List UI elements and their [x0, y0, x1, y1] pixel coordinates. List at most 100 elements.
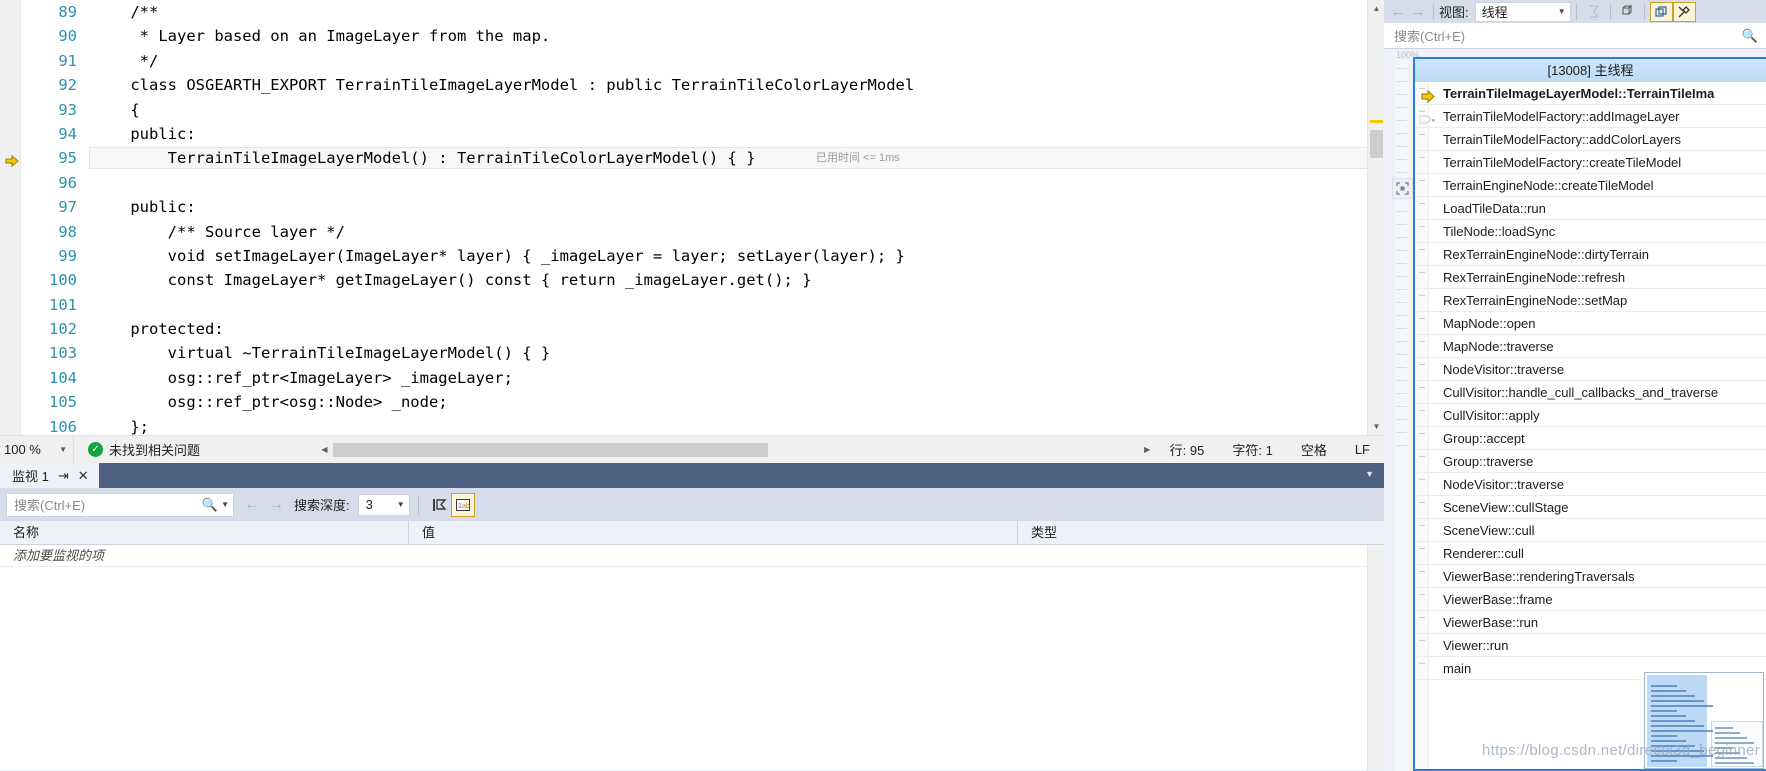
show-external-code-icon[interactable]: [1649, 1, 1673, 22]
code-line[interactable]: 98 /** Source layer */: [21, 220, 1384, 244]
code-line[interactable]: 105 osg::ref_ptr<osg::Node> _node;: [21, 390, 1384, 414]
search-icon[interactable]: 🔍: [202, 497, 218, 513]
minimap-tick: [1397, 419, 1407, 420]
back-arrow-icon[interactable]: ←: [1388, 3, 1408, 20]
search-prev-button[interactable]: ←: [240, 496, 264, 514]
call-stack-rows[interactable]: TerrainTileImageLayerModel::TerrainTileI…: [1415, 82, 1766, 680]
minimap-tick: [1397, 289, 1407, 290]
minimap-tick: [1397, 159, 1407, 160]
code-line[interactable]: 99 void setImageLayer(ImageLayer* layer)…: [21, 244, 1384, 268]
forward-arrow-icon[interactable]: →: [1408, 3, 1428, 20]
scroll-up-icon[interactable]: ▲: [1368, 0, 1384, 17]
line-number: 91: [58, 51, 77, 70]
call-stack-frame[interactable]: Group::traverse: [1415, 450, 1766, 473]
watch-add-item-row[interactable]: 添加要监视的项: [0, 545, 1384, 567]
code-line[interactable]: 103 virtual ~TerrainTileImageLayerModel(…: [21, 341, 1384, 365]
code-line[interactable]: 100 const ImageLayer* getImageLayer() co…: [21, 268, 1384, 292]
call-stack-frame[interactable]: ViewerBase::frame: [1415, 588, 1766, 611]
line-number: 93: [58, 100, 77, 119]
code-line[interactable]: 92 class OSGEARTH_EXPORT TerrainTileImag…: [21, 73, 1384, 97]
code-line[interactable]: 94 public:: [21, 122, 1384, 146]
watch-vertical-scrollbar[interactable]: [1367, 545, 1384, 770]
code-line[interactable]: 101: [21, 293, 1384, 317]
expand-frames-icon[interactable]: [1392, 178, 1413, 199]
minimap-tick: [1397, 432, 1407, 433]
code-line[interactable]: 90 * Layer based on an ImageLayer from t…: [21, 24, 1384, 48]
call-stack-frame[interactable]: TerrainTileImageLayerModel::TerrainTileI…: [1415, 82, 1766, 105]
flag-icon[interactable]: [1582, 2, 1605, 22]
thumbnail-line: [1651, 745, 1695, 747]
search-depth-combo[interactable]: 3 ▼: [357, 493, 410, 516]
call-stack-frame[interactable]: SceneView::cullStage: [1415, 496, 1766, 519]
editor-vertical-scrollbar[interactable]: ▲ ▼: [1367, 0, 1384, 435]
code-line[interactable]: 104 osg::ref_ptr<ImageLayer> _imageLayer…: [21, 366, 1384, 390]
scrollbar-thumb[interactable]: [1370, 130, 1383, 158]
call-stack-frame[interactable]: SceneView::cull: [1415, 519, 1766, 542]
current-frame-arrow-icon: [1421, 87, 1435, 104]
call-stack-frame[interactable]: RexTerrainEngineNode::dirtyTerrain: [1415, 243, 1766, 266]
call-stack-frame[interactable]: Viewer::run: [1415, 634, 1766, 657]
editor-horizontal-scrollbar[interactable]: ◀ ▶: [316, 436, 1156, 463]
call-stack-search-input[interactable]: 搜索(Ctrl+E) 🔍: [1384, 23, 1766, 49]
column-header-value[interactable]: 值: [409, 520, 1018, 545]
close-icon[interactable]: ✕: [78, 468, 89, 484]
call-stack-frame[interactable]: TileNode::loadSync: [1415, 220, 1766, 243]
search-icon[interactable]: 🔍: [1742, 28, 1758, 44]
call-stack-frame[interactable]: TerrainTileModelFactory::createTileModel: [1415, 151, 1766, 174]
thumbnail-line: [1651, 685, 1677, 687]
hscroll-thumb[interactable]: [333, 442, 769, 457]
call-stack-frame[interactable]: Renderer::cull: [1415, 542, 1766, 565]
code-line[interactable]: 96: [21, 171, 1384, 195]
call-stack-frame[interactable]: Group::accept: [1415, 427, 1766, 450]
call-stack-frame[interactable]: ViewerBase::renderingTraversals: [1415, 565, 1766, 588]
pin-icon[interactable]: ⇥: [58, 468, 69, 484]
call-stack-frame[interactable]: MapNode::open: [1415, 312, 1766, 335]
call-stack-frame[interactable]: RexTerrainEngineNode::refresh: [1415, 266, 1766, 289]
call-stack-scroll-strip[interactable]: [1384, 49, 1394, 771]
hscroll-track[interactable]: [333, 442, 1139, 457]
call-stack-frame[interactable]: NodeVisitor::traverse: [1415, 473, 1766, 496]
call-stack-minimap[interactable]: [1395, 60, 1409, 771]
chevron-down-icon[interactable]: ▼: [1365, 469, 1374, 479]
call-stack-frame[interactable]: RexTerrainEngineNode::setMap: [1415, 289, 1766, 312]
code-editor-pane[interactable]: 89 /** 90 * Layer based on an ImageLayer …: [0, 0, 1384, 463]
scroll-right-icon[interactable]: ▶: [1139, 445, 1156, 454]
minimap-tick: [1397, 81, 1407, 82]
call-stack-frame[interactable]: CullVisitor::apply: [1415, 404, 1766, 427]
call-stack-frame[interactable]: CullVisitor::handle_cull_callbacks_and_t…: [1415, 381, 1766, 404]
issue-status[interactable]: ✓ 未找到相关问题: [74, 440, 316, 459]
view-combo-value: 线程: [1481, 5, 1508, 20]
code-line[interactable]: 102 protected:: [21, 317, 1384, 341]
view-combo[interactable]: 线程 ▼: [1474, 1, 1571, 22]
code-line[interactable]: 95 TerrainTileImageLayerModel() : Terrai…: [5, 146, 1384, 170]
column-header-name[interactable]: 名称: [0, 520, 409, 545]
code-line[interactable]: 93 {: [21, 98, 1384, 122]
call-stack-frame[interactable]: TerrainTileModelFactory::addImageLayer: [1415, 105, 1766, 128]
code-line[interactable]: 91 */: [21, 49, 1384, 73]
call-stack-frame[interactable]: NodeVisitor::traverse: [1415, 358, 1766, 381]
editor-indicator-margin[interactable]: [0, 0, 21, 435]
code-line[interactable]: 97 public:: [21, 195, 1384, 219]
tab-watch-1[interactable]: 监视 1 ⇥ ✕: [0, 463, 99, 488]
hex-display-icon[interactable]: 1 ab: [450, 492, 475, 517]
call-stack-frame[interactable]: ViewerBase::run: [1415, 611, 1766, 634]
column-header-type[interactable]: 类型: [1018, 521, 1384, 545]
call-stack-frame[interactable]: TerrainTileModelFactory::addColorLayers: [1415, 128, 1766, 151]
scroll-left-icon[interactable]: ◀: [316, 445, 333, 454]
call-stack-frame-label: TerrainTileImageLayerModel::TerrainTileI…: [1443, 86, 1715, 101]
tools-icon[interactable]: [1672, 1, 1696, 22]
watch-search-input[interactable]: 搜索(Ctrl+E) 🔍 ▼: [6, 492, 234, 517]
call-stack-frame[interactable]: MapNode::traverse: [1415, 335, 1766, 358]
editor-code-area[interactable]: 89 /** 90 * Layer based on an ImageLayer …: [5, 0, 1384, 436]
call-stack-frame[interactable]: TerrainEngineNode::createTileModel: [1415, 174, 1766, 197]
zoom-level-combo[interactable]: 100 % ▼: [0, 436, 74, 463]
code-line[interactable]: 89 /**: [21, 0, 1384, 24]
call-stack-list[interactable]: [13008] 主线程 TerrainTileImageLayerModel::…: [1413, 57, 1766, 771]
search-next-button[interactable]: →: [264, 496, 288, 514]
call-stack-frame[interactable]: LoadTileData::run: [1415, 197, 1766, 220]
cube-icon[interactable]: [1616, 2, 1639, 22]
chevron-down-icon[interactable]: ▼: [221, 500, 229, 509]
filter-pin-icon[interactable]: [427, 493, 451, 517]
scroll-down-icon[interactable]: ▼: [1368, 418, 1384, 435]
watch-rows[interactable]: 添加要监视的项: [0, 545, 1384, 770]
